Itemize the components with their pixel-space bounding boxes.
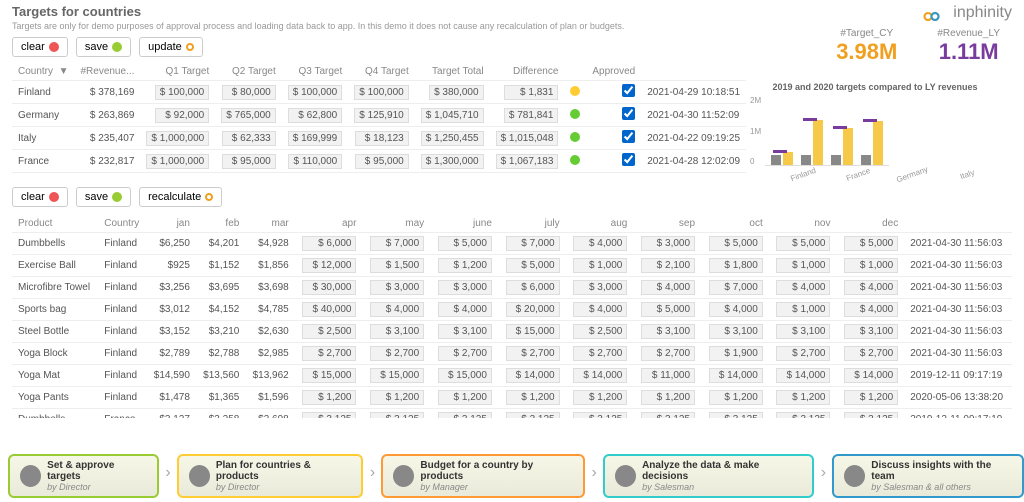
col-header[interactable]: Q1 Target	[140, 63, 215, 81]
table-row[interactable]: Germany$ 263,869 $ 92,000$ 765,000 $ 62,…	[12, 104, 746, 127]
approved-checkbox[interactable]	[622, 130, 635, 143]
kpi-target-cy: #Target_CY 3.98M	[836, 28, 897, 65]
col-header[interactable]: may	[362, 215, 430, 233]
table-row[interactable]: Finland$ 378,169 $ 100,000$ 80,000 $ 100…	[12, 81, 746, 104]
close-icon	[49, 42, 59, 52]
targets-chart: 2019 and 2020 targets compared to LY rev…	[750, 82, 1000, 179]
brand-logo: inphinity	[921, 4, 1012, 22]
col-header[interactable]: jan	[147, 215, 196, 233]
approved-checkbox[interactable]	[622, 107, 635, 120]
flow-step[interactable]: Plan for countries & productsby Director	[177, 454, 364, 498]
col-header[interactable]: june	[430, 215, 498, 233]
table-row[interactable]: DumbbellsFrance$3,127$3,258$3,698$ 3,125…	[12, 409, 1012, 419]
table-row[interactable]: France$ 232,817 $ 1,000,000$ 95,000 $ 11…	[12, 150, 746, 173]
table-row[interactable]: DumbbellsFinland$6,250$4,201$4,928$ 6,00…	[12, 233, 1012, 255]
col-header[interactable]: Q3 Target	[282, 63, 349, 81]
col-header[interactable]: Country ▼	[12, 63, 74, 81]
table-row[interactable]: Exercise BallFinland$925$1,152$1,856$ 12…	[12, 255, 1012, 277]
refresh-icon	[186, 43, 194, 51]
col-header[interactable]: feb	[196, 215, 245, 233]
col-header[interactable]	[564, 63, 586, 81]
refresh-icon	[205, 193, 213, 201]
table-row[interactable]: Steel BottleFinland$3,152$3,210$2,630$ 2…	[12, 321, 1012, 343]
col-header[interactable]: apr	[295, 215, 363, 233]
avatar	[20, 465, 41, 487]
table-row[interactable]: Microfibre TowelFinland$3,256$3,695$3,69…	[12, 277, 1012, 299]
flow-step[interactable]: Analyze the data & make decisionsby Sale…	[603, 454, 814, 498]
update-button[interactable]: update	[139, 37, 203, 57]
col-header[interactable]: Q2 Target	[215, 63, 282, 81]
status-dot	[570, 132, 580, 142]
col-header[interactable]: Target Total	[415, 63, 490, 81]
col-header[interactable]: #Revenue...	[74, 63, 140, 81]
avatar	[393, 465, 414, 487]
targets-table[interactable]: Country ▼#Revenue...Q1 TargetQ2 TargetQ3…	[12, 63, 746, 173]
save-icon	[112, 42, 122, 52]
col-header[interactable]: nov	[769, 215, 837, 233]
col-header[interactable]	[641, 63, 746, 81]
table-row[interactable]: Italy$ 235,407 $ 1,000,000$ 62,333 $ 169…	[12, 127, 746, 150]
kpi-revenue-ly: #Revenue_LY 1.11M	[937, 28, 1000, 65]
col-header[interactable]: aug	[566, 215, 634, 233]
flow-step[interactable]: Discuss insights with the teamby Salesma…	[832, 454, 1024, 498]
avatar	[844, 465, 865, 487]
col-header[interactable]: Country	[98, 215, 146, 233]
col-header[interactable]: Q4 Target	[348, 63, 415, 81]
clear-button-2[interactable]: clear	[12, 187, 68, 207]
col-header[interactable]: oct	[701, 215, 769, 233]
table-row[interactable]: Yoga MatFinland$14,590$13,560$13,962$ 15…	[12, 365, 1012, 387]
col-header[interactable]: Product	[12, 215, 98, 233]
save-icon	[112, 192, 122, 202]
approved-checkbox[interactable]	[622, 84, 635, 97]
recalculate-button[interactable]: recalculate	[139, 187, 222, 207]
table-row[interactable]: Yoga BlockFinland$2,789$2,788$2,985$ 2,7…	[12, 343, 1012, 365]
col-header[interactable]: july	[498, 215, 566, 233]
page-title: Targets for countries	[12, 4, 921, 19]
avatar	[615, 465, 636, 487]
col-header[interactable]	[904, 215, 1012, 233]
save-button[interactable]: save	[76, 37, 131, 57]
clear-button[interactable]: clear	[12, 37, 68, 57]
table-row[interactable]: Sports bagFinland$3,012$4,152$4,785$ 40,…	[12, 299, 1012, 321]
close-icon	[49, 192, 59, 202]
col-header[interactable]: sep	[633, 215, 701, 233]
approved-checkbox[interactable]	[622, 153, 635, 166]
status-dot	[570, 109, 580, 119]
page-subtitle: Targets are only for demo purposes of ap…	[12, 21, 921, 31]
products-table[interactable]: ProductCountryjanfebmaraprmayjunejulyaug…	[12, 215, 1012, 418]
status-dot	[570, 86, 580, 96]
col-header[interactable]: mar	[245, 215, 294, 233]
col-header[interactable]: Difference	[490, 63, 565, 81]
avatar	[189, 465, 210, 487]
flow-step[interactable]: Budget for a country by productsby Manag…	[381, 454, 585, 498]
status-dot	[570, 155, 580, 165]
col-header[interactable]: dec	[836, 215, 904, 233]
flow-step[interactable]: Set & approve targetsby Director	[8, 454, 159, 498]
table-row[interactable]: Yoga PantsFinland$1,478$1,365$1,596$ 1,2…	[12, 387, 1012, 409]
save-button-2[interactable]: save	[76, 187, 131, 207]
col-header[interactable]: Approved	[586, 63, 641, 81]
